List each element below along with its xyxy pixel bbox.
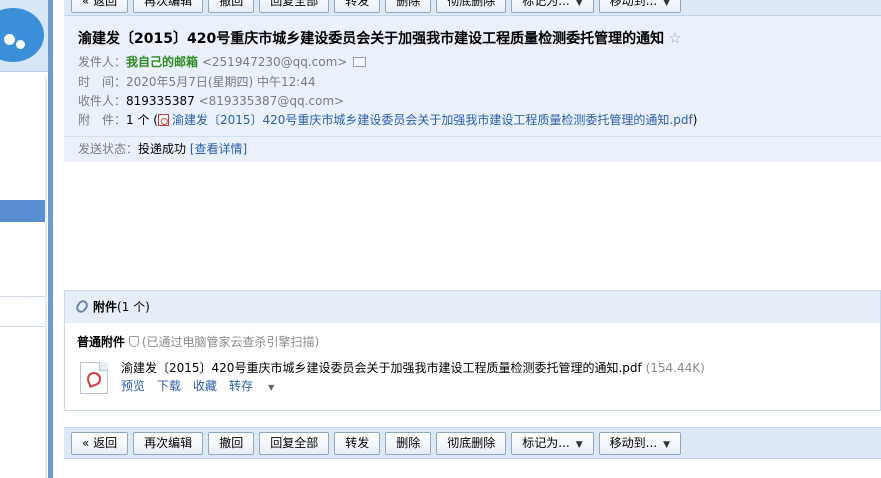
withdraw-button[interactable]: 撤回 [208, 431, 255, 455]
recipient-name[interactable]: 819335387 [126, 94, 195, 108]
scan-note: (已通过电脑管家云查杀引擎扫描) [128, 335, 320, 349]
download-link[interactable]: 下载 [157, 379, 181, 393]
attachment-file-name[interactable]: 渝建发〔2015〕420号重庆市城乡建设委员会关于加强我市建设工程质量检测委托管… [121, 361, 642, 375]
top-toolbar: « 返回 再次编辑 撤回 回复全部 转发 删除 彻底删除 标记为... ▼ 移动到… [64, 0, 881, 16]
scan-note-text: (已通过电脑管家云查杀引擎扫描) [141, 335, 320, 349]
reply-all-button[interactable]: 回复全部 [259, 431, 330, 455]
chevron-down-icon: ▼ [663, 0, 671, 8]
favorite-link[interactable]: 收藏 [193, 379, 217, 393]
chevron-down-icon: ▼ [575, 439, 583, 450]
send-status-value: 投递成功 [138, 142, 187, 156]
move-to-dropdown[interactable]: 移动到... ▼ [598, 431, 682, 455]
mail-subject: 渝建发〔2015〕420号重庆市城乡建设委员会关于加强我市建设工程质量检测委托管… [78, 28, 682, 48]
paperclip-icon [74, 298, 90, 315]
delete-button[interactable]: 删除 [385, 431, 432, 455]
save-to-link[interactable]: 转存 ▼ [229, 379, 286, 393]
chevron-down-icon: ▼ [663, 439, 671, 450]
sidebar-divider [0, 326, 45, 327]
back-button[interactable]: « 返回 [71, 0, 129, 13]
sender-label: 发件人： [78, 55, 127, 69]
attachments-count: (1 个) [117, 300, 150, 314]
reply-all-button[interactable]: 回复全部 [259, 0, 330, 13]
attachments-title: 附件 [93, 300, 118, 314]
bottom-toolbar: « 返回 再次编辑 撤回 回复全部 转发 删除 彻底删除 标记为... ▼ 移动到… [64, 427, 881, 459]
move-to-dropdown[interactable]: 移动到... ▼ [598, 0, 682, 13]
attachments-panel: 附件(1 个) 普通附件 (已通过电脑管家云查杀引擎扫描) 渝建发〔2015〕4… [64, 290, 881, 411]
preview-link[interactable]: 预览 [121, 379, 145, 393]
attachment-file: 渝建发〔2015〕420号重庆市城乡建设委员会关于加强我市建设工程质量检测委托管… [121, 359, 705, 376]
pdf-file-icon [157, 114, 169, 126]
attachment-link[interactable]: 渝建发〔2015〕420号重庆市城乡建设委员会关于加强我市建设工程质量检测委托管… [172, 113, 693, 127]
chevron-down-icon: ▼ [268, 383, 275, 392]
withdraw-button[interactable]: 撤回 [208, 0, 255, 13]
normal-attachments-label: 普通附件 [77, 335, 126, 349]
attachment-file-size: (154.44K) [645, 361, 705, 375]
recipient-label: 收件人： [78, 94, 127, 108]
save-to-label: 转存 [229, 379, 254, 393]
chevron-down-icon: ▼ [575, 0, 583, 8]
recipient-row: 收件人：819335387 <819335387@qq.com> [78, 93, 344, 109]
forward-button[interactable]: 转发 [334, 431, 381, 455]
recipient-address: <819335387@qq.com> [198, 94, 345, 108]
delete-button[interactable]: 删除 [385, 0, 432, 13]
contact-card-icon[interactable] [353, 57, 367, 67]
move-to-label: 移动到... [609, 435, 658, 450]
send-status-label: 发送状态： [78, 142, 139, 156]
pdf-file-icon[interactable] [80, 362, 108, 394]
attachments-subheader: 普通附件 (已通过电脑管家云查杀引擎扫描) [77, 333, 319, 350]
back-button[interactable]: « 返回 [71, 431, 129, 455]
time-label: 时 间： [78, 75, 127, 89]
edit-again-button[interactable]: 再次编辑 [133, 431, 204, 455]
delete-permanently-button[interactable]: 彻底删除 [436, 431, 507, 455]
qq-mail-logo-icon [0, 0, 50, 72]
sender-address: <251947230@qq.com> [201, 55, 348, 69]
view-details-link[interactable]: [查看详情] [190, 142, 247, 156]
mail-read-view: « 返回 再次编辑 撤回 回复全部 转发 删除 彻底删除 标记为... ▼ 移动到… [0, 0, 881, 478]
mark-as-label: 标记为... [522, 435, 570, 450]
shield-icon [128, 336, 139, 347]
mark-as-label: 标记为... [522, 0, 570, 8]
send-status-row: 发送状态：投递成功 [查看详情] [64, 136, 881, 162]
forward-button[interactable]: 转发 [334, 0, 381, 13]
main-content: « 返回 再次编辑 撤回 回复全部 转发 删除 彻底删除 标记为... ▼ 移动到… [64, 0, 881, 478]
star-icon[interactable]: ☆ [668, 29, 681, 47]
time-value: 2020年5月7日(星期四) 中午12:44 [126, 75, 316, 89]
time-row: 时 间：2020年5月7日(星期四) 中午12:44 [78, 74, 316, 90]
attachment-row: 附 件：1 个 ( 渝建发〔2015〕420号重庆市城乡建设委员会关于加强我市建设… [78, 112, 697, 128]
sender-row: 发件人：我自己的邮箱 <251947230@qq.com> [78, 54, 367, 70]
attachment-label: 附 件： [78, 113, 127, 127]
sidebar-selected-folder[interactable] [0, 200, 45, 222]
mark-as-dropdown[interactable]: 标记为... ▼ [511, 431, 594, 455]
delete-permanently-button[interactable]: 彻底删除 [436, 0, 507, 13]
mark-as-dropdown[interactable]: 标记为... ▼ [511, 0, 594, 13]
left-sidebar [0, 0, 53, 478]
sidebar-resize-rail[interactable] [48, 0, 53, 478]
attachments-header: 附件(1 个) [65, 291, 880, 323]
move-to-label: 移动到... [609, 0, 658, 8]
attachment-actions: 预览 下载 收藏 转存 ▼ [121, 377, 298, 394]
sender-name[interactable]: 我自己的邮箱 [126, 55, 198, 69]
edit-again-button[interactable]: 再次编辑 [133, 0, 204, 13]
mail-header: 渝建发〔2015〕420号重庆市城乡建设委员会关于加强我市建设工程质量检测委托管… [64, 16, 881, 162]
subject-text: 渝建发〔2015〕420号重庆市城乡建设委员会关于加强我市建设工程质量检测委托管… [78, 31, 665, 47]
sidebar-edge [45, 76, 47, 478]
sidebar-divider [0, 296, 45, 297]
attachment-count: 1 个 ( [126, 113, 158, 127]
attachment-close-paren: ) [692, 113, 698, 127]
